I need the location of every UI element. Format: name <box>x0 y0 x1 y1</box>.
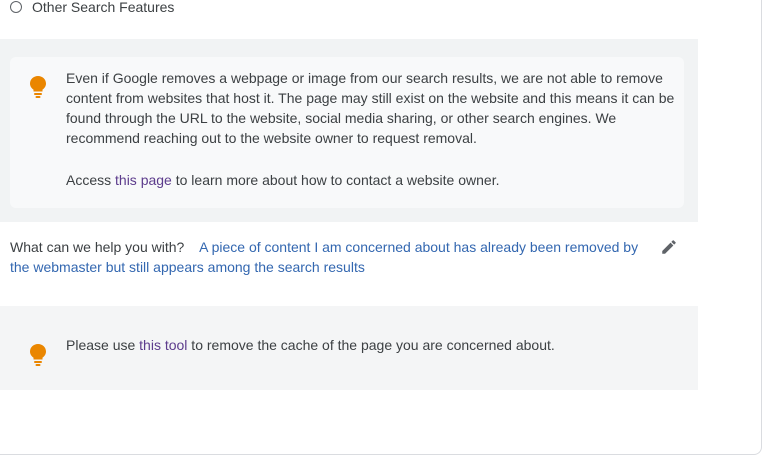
question-text: What can we help you with? A piece of co… <box>10 237 660 277</box>
this-page-link[interactable]: this page <box>115 172 172 188</box>
lightbulb-icon <box>30 76 46 98</box>
lightbulb-icon <box>30 344 46 366</box>
question-prompt: What can we help you with? <box>10 239 185 255</box>
access-text: Access this page to learn more about how… <box>66 170 686 190</box>
spacer <box>0 292 698 306</box>
tool-prefix: Please use <box>66 337 140 353</box>
option-row-other-search-features[interactable]: Other Search Features <box>0 0 698 39</box>
edit-pencil-icon[interactable] <box>660 238 678 256</box>
access-suffix: to learn more about how to contact a web… <box>171 172 500 188</box>
radio-button[interactable] <box>10 1 22 13</box>
this-tool-link[interactable]: this tool <box>139 337 187 353</box>
form-panel: Other Search Features Even if Google rem… <box>0 0 762 455</box>
option-label: Other Search Features <box>32 0 175 15</box>
tool-suffix: to remove the cache of the page you are … <box>187 337 555 353</box>
notice-text: Even if Google removes a webpage or imag… <box>66 70 675 146</box>
tool-notice-text: Please use this tool to remove the cache… <box>66 335 666 355</box>
access-prefix: Access <box>66 172 116 188</box>
